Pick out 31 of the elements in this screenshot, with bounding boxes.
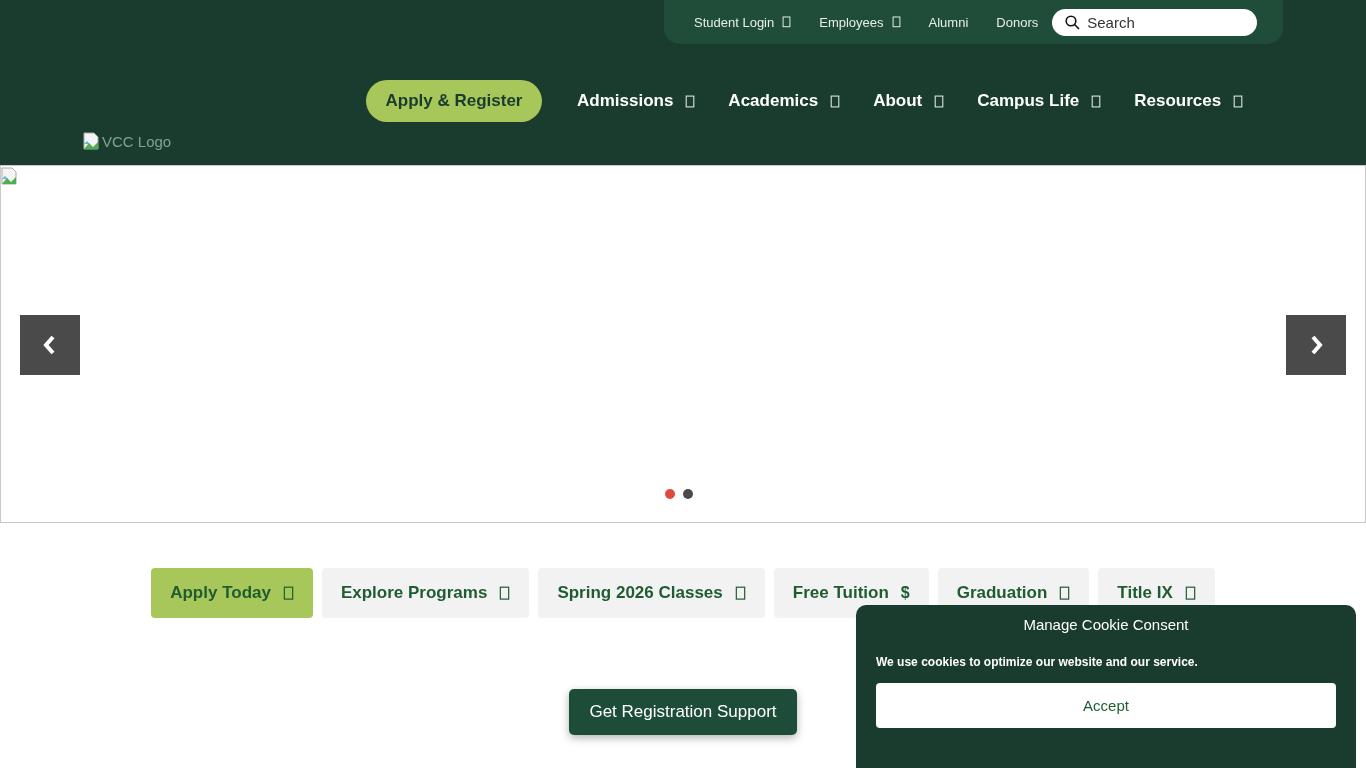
missing-glyph-icon [499,585,511,601]
nav-item[interactable]: Resources [1134,91,1244,111]
utility-link[interactable]: Student Login [694,14,792,30]
nav-item[interactable]: Admissions [577,91,696,111]
quick-link-button[interactable]: Apply Today [151,568,313,618]
missing-glyph-icon [1059,585,1071,601]
next-slide-button[interactable] [1286,315,1346,375]
nav-item[interactable]: About [873,91,945,111]
accept-button[interactable]: Accept [876,683,1336,728]
search-field[interactable]: Search [1052,8,1258,36]
cookie-message: We use cookies to optimize our website and our service. [876,655,1199,669]
missing-glyph-icon [1184,585,1196,601]
dialog-title: Manage Cookie Consent [1022,615,1190,635]
previous-slide-button[interactable] [20,315,80,375]
quick-link-button[interactable]: Explore Programs [321,568,530,618]
nav-item[interactable]: Academics [728,91,841,111]
dollar-icon: $ [900,584,910,602]
registration-support-button[interactable]: Get Registration Support [569,689,797,735]
missing-glyph-icon [734,585,746,601]
slide-dot[interactable] [683,489,693,499]
slide-dot[interactable] [665,489,675,499]
nav-item[interactable]: Campus Life [977,91,1102,111]
utility-link[interactable]: Employees [819,14,901,30]
utility-link[interactable]: Alumni [928,14,969,30]
logo-alt-text: VCC Logo [102,132,172,150]
broken-image-icon [83,132,99,150]
utility-link[interactable]: Donors [996,14,1039,30]
quick-link-button[interactable]: Spring 2026 Classes [538,568,765,618]
missing-glyph-icon [282,585,294,601]
apply-register-button[interactable]: Apply & Register [366,80,542,122]
search-icon [1065,14,1081,30]
